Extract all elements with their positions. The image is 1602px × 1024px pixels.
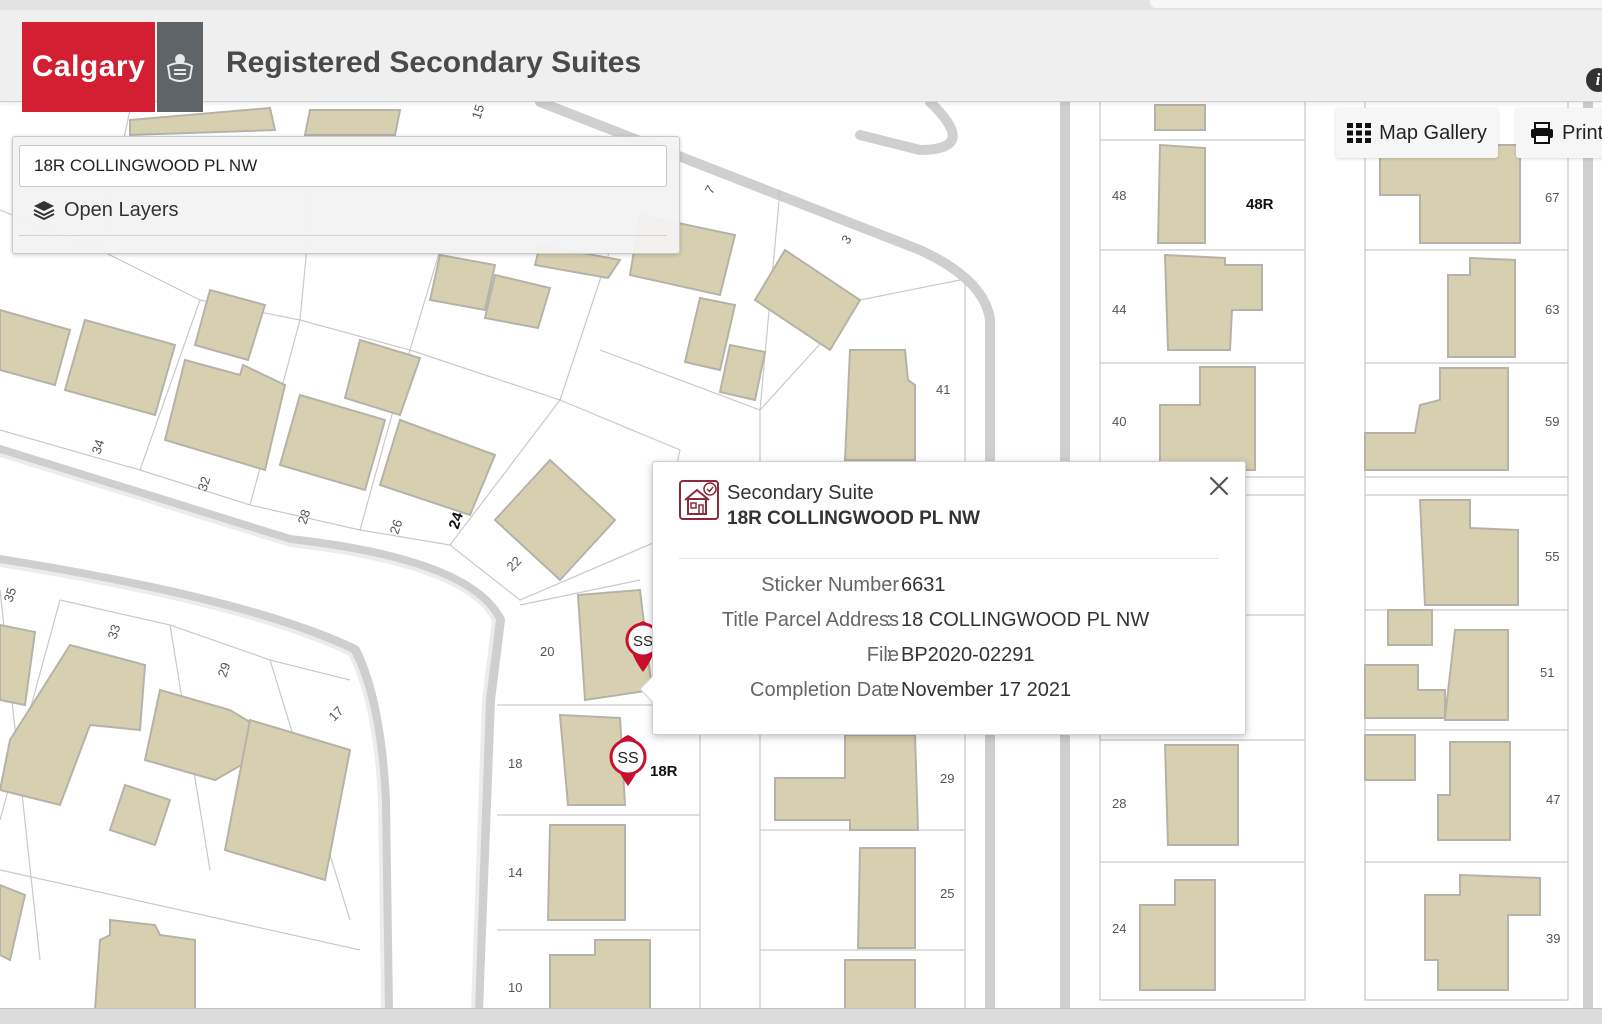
- lot-label: 20: [540, 644, 554, 659]
- secondary-suite-house-icon: [679, 480, 719, 520]
- lot-label: 25: [940, 886, 954, 901]
- layers-icon: [33, 201, 55, 220]
- lot-label: 18: [508, 756, 522, 771]
- browser-top-strip: [0, 0, 1602, 10]
- lot-label: 29: [215, 661, 234, 679]
- app-header: Calgary Registered Secondary Suites i: [0, 10, 1602, 112]
- lot-label: 29: [940, 771, 954, 786]
- lot-label: 15: [469, 103, 488, 121]
- popup-field-row: Completion Date : November 17 2021: [653, 679, 1247, 707]
- app-root: 15 7 3 41 34 32 28 26 24 22 20 18 14 10 …: [0, 0, 1602, 1024]
- popup-field-colon: :: [886, 574, 892, 596]
- lot-label: 28: [295, 508, 314, 526]
- map-gallery-label: Map Gallery: [1379, 121, 1487, 144]
- search-panel: Open Layers: [12, 136, 680, 254]
- lot-label: 41: [936, 382, 950, 397]
- print-button[interactable]: Print: [1516, 108, 1602, 158]
- lot-label: 26: [387, 518, 406, 536]
- popup-feature-type: Secondary Suite: [727, 482, 874, 504]
- lot-label: 63: [1545, 302, 1559, 317]
- popup-address: 18R COLLINGWOOD PL NW: [727, 508, 980, 529]
- lot-label: 33: [105, 623, 124, 641]
- feature-popup: Secondary Suite 18R COLLINGWOOD PL NW St…: [639, 461, 1247, 735]
- popup-field-value: 6631: [901, 574, 946, 596]
- lot-label: 3: [838, 232, 854, 247]
- printer-icon: [1531, 122, 1553, 144]
- lot-label: 32: [195, 475, 214, 493]
- popup-divider: [679, 558, 1219, 559]
- city-crest-icon: [157, 22, 203, 112]
- popup-field-row: File : BP2020-02291: [653, 644, 1247, 672]
- lot-label: 48: [1112, 188, 1126, 203]
- lot-label: 40: [1112, 414, 1126, 429]
- bottom-bar: [0, 1008, 1602, 1024]
- print-label: Print: [1562, 121, 1602, 144]
- ss-marker-label: SS: [633, 633, 653, 650]
- lot-label: 67: [1545, 190, 1559, 205]
- lot-label: 24: [1112, 921, 1126, 936]
- lot-label: 7: [702, 183, 719, 197]
- popup-field-colon: :: [886, 679, 892, 701]
- lot-label: 44: [1112, 302, 1126, 317]
- lot-label: 39: [1546, 931, 1560, 946]
- popup-field-value: 18 COLLINGWOOD PL NW: [901, 609, 1150, 631]
- popup-field-row: Title Parcel Address : 18 COLLINGWOOD PL…: [653, 609, 1247, 637]
- ss-marker-label: SS: [617, 750, 638, 767]
- popup-field-key: Sticker Number: [761, 574, 899, 596]
- lot-label: 35: [1, 586, 20, 604]
- lot-label: 34: [89, 438, 108, 456]
- map-gallery-button[interactable]: Map Gallery: [1336, 108, 1498, 158]
- popup-field-colon: :: [886, 609, 892, 631]
- lot-label: 17: [326, 703, 347, 724]
- popup-field-key: File: [866, 644, 899, 666]
- lot-label: 22: [504, 553, 525, 574]
- popup-field-value: November 17 2021: [901, 679, 1072, 701]
- browser-strip-pill: [1150, 0, 1602, 8]
- grid-icon: [1347, 123, 1372, 143]
- close-icon[interactable]: [1205, 472, 1233, 500]
- ss-marker-tag: 18R: [650, 763, 678, 780]
- open-layers-button[interactable]: Open Layers: [33, 195, 179, 225]
- panel-divider: [19, 235, 667, 236]
- lot-label: 14: [508, 865, 522, 880]
- address-search-input[interactable]: [19, 145, 667, 187]
- open-layers-label: Open Layers: [64, 198, 179, 221]
- lot-label: 55: [1545, 549, 1559, 564]
- lot-label: 51: [1540, 665, 1554, 680]
- lot-label: 47: [1546, 792, 1560, 807]
- popup-field-colon: :: [886, 644, 892, 666]
- lot-label: 59: [1545, 414, 1559, 429]
- lot-label: 10: [508, 980, 522, 995]
- popup-field-key: Title Parcel Address: [721, 609, 899, 631]
- crest-shape: [166, 54, 194, 82]
- popup-field-value: BP2020-02291: [901, 644, 1035, 666]
- lot-label: 48R: [1246, 196, 1274, 213]
- popup-field-key: Completion Date: [750, 679, 899, 701]
- popup-field-row: Sticker Number : 6631: [653, 574, 1247, 602]
- info-icon[interactable]: i: [1586, 68, 1602, 92]
- calgary-logo[interactable]: Calgary: [22, 22, 155, 112]
- lot-label: 28: [1112, 796, 1126, 811]
- page-title: Registered Secondary Suites: [226, 46, 642, 79]
